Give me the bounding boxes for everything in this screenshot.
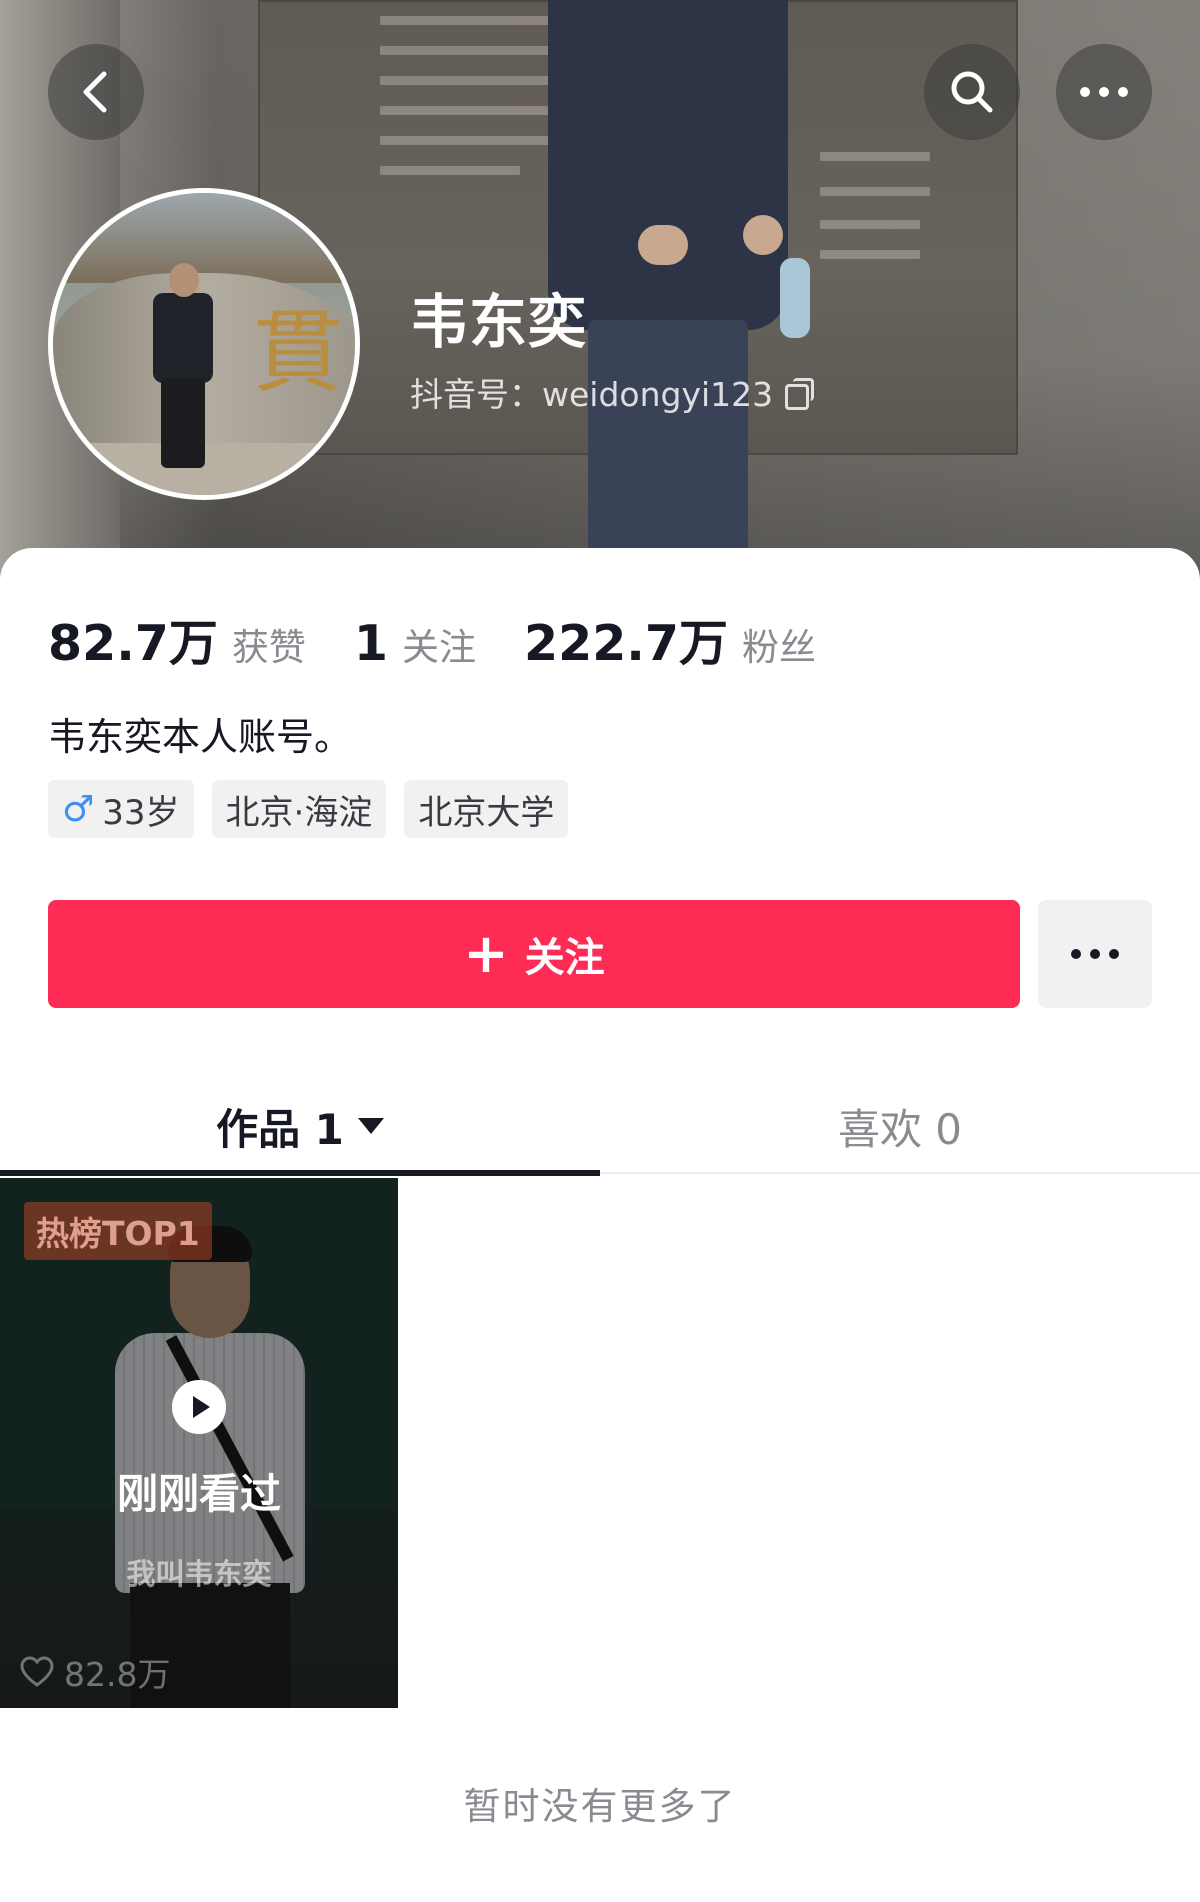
tag-school-text: 北京大学 <box>418 792 555 833</box>
follow-button-label: 关注 <box>524 935 605 981</box>
video-card[interactable]: 热榜TOP1 刚刚看过 我叫韦东奕 82.8万 <box>0 1178 398 1708</box>
tab-works-label: 作品 1 <box>216 1104 344 1154</box>
tag-age-text: 33岁 <box>102 792 180 833</box>
back-arrow-icon <box>83 71 107 113</box>
back-button[interactable] <box>48 44 144 140</box>
male-icon: ♂ <box>62 788 95 830</box>
heart-icon <box>20 1656 54 1687</box>
douyin-id-text: 抖音号：weidongyi123 <box>410 375 774 414</box>
stat-likes[interactable]: 82.7万 获赞 <box>48 604 306 675</box>
just-watched-label: 刚刚看过 <box>117 1470 281 1518</box>
copy-icon[interactable] <box>785 378 815 410</box>
tab-likes[interactable]: 喜欢 0 <box>600 1078 1200 1174</box>
tab-works[interactable]: 作品 1 <box>0 1078 600 1174</box>
stat-followers-count: 222.7万 <box>524 615 729 672</box>
dropdown-triangle-icon <box>357 1118 384 1134</box>
tab-likes-label: 喜欢 0 <box>837 1104 963 1154</box>
stat-following[interactable]: 1 关注 <box>354 615 476 672</box>
video-caption: 我叫韦东奕 <box>126 1557 272 1591</box>
plus-icon: + <box>463 922 509 985</box>
stat-likes-label: 获赞 <box>231 626 306 669</box>
tag-school[interactable]: 北京大学 <box>404 780 569 838</box>
search-button[interactable] <box>924 44 1020 140</box>
more-dots-icon <box>1080 87 1128 97</box>
profile-tags: ♂ 33岁 北京·海淀 北京大学 <box>48 780 569 838</box>
video-likes-count: 82.8万 <box>64 1655 171 1694</box>
hot-badge: 热榜TOP1 <box>24 1202 212 1260</box>
tag-age: ♂ 33岁 <box>48 780 194 838</box>
profile-sheet: 82.7万 获赞 1 关注 222.7万 粉丝 韦东奕本人账号。 ♂ 33岁 北… <box>0 548 1200 1902</box>
stat-following-count: 1 <box>353 615 389 672</box>
play-icon <box>172 1380 226 1434</box>
stat-followers[interactable]: 222.7万 粉丝 <box>524 604 816 675</box>
profile-name: 韦东奕 <box>410 288 588 356</box>
video-likes: 82.8万 <box>20 1648 170 1696</box>
more-options-button[interactable] <box>1056 44 1152 140</box>
end-of-list-text: 暂时没有更多了 <box>463 1785 737 1828</box>
profile-bio: 韦东奕本人账号。 <box>48 715 353 759</box>
active-tab-indicator <box>0 1170 600 1176</box>
stat-following-label: 关注 <box>402 626 477 669</box>
douyin-id: 抖音号：weidongyi123 <box>410 368 815 416</box>
more-dots-icon <box>1071 949 1119 959</box>
stat-followers-label: 粉丝 <box>742 626 817 669</box>
stat-likes-count: 82.7万 <box>48 615 218 672</box>
stats-row: 82.7万 获赞 1 关注 222.7万 粉丝 <box>48 604 816 675</box>
avatar[interactable]: 貫 <box>48 188 360 500</box>
more-actions-button[interactable] <box>1038 900 1152 1008</box>
search-icon <box>951 71 993 113</box>
tag-location-text: 北京·海淀 <box>225 792 373 833</box>
follow-button[interactable]: + 关注 <box>48 900 1020 1008</box>
content-tabs: 作品 1 喜欢 0 <box>0 1078 1200 1174</box>
tag-location: 北京·海淀 <box>211 780 387 838</box>
